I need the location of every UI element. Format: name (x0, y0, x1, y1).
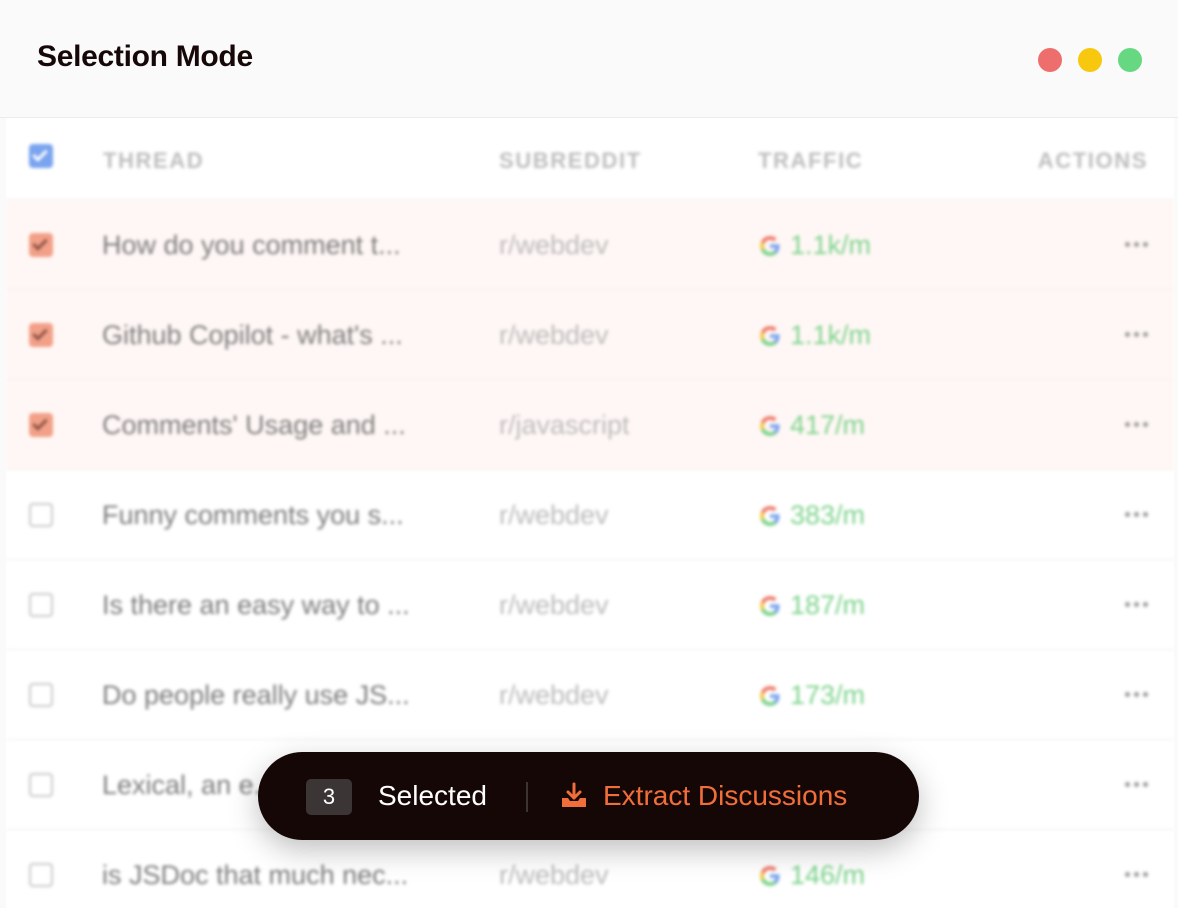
traffic-value: 1.1k/m (758, 230, 871, 261)
thread-title[interactable]: is JSDoc that much nec... (102, 860, 452, 891)
google-icon (758, 234, 782, 258)
row-checkbox[interactable] (29, 683, 53, 707)
thread-title[interactable]: Is there an easy way to ... (102, 590, 452, 621)
table-row[interactable]: Is there an easy way to ... r/webdev 187/m (6, 560, 1174, 650)
selected-count-badge: 3 (306, 779, 352, 815)
traffic-label: 1.1k/m (790, 320, 872, 350)
select-all-checkbox[interactable] (29, 144, 53, 168)
extract-discussions-label: Extract Discussions (603, 780, 848, 811)
row-checkbox[interactable] (29, 233, 53, 257)
traffic-label: 1.1k/m (790, 230, 872, 260)
traffic-value: 173/m (758, 680, 865, 711)
traffic-label: 383/m (790, 500, 866, 530)
table-row[interactable]: How do you comment t... r/webdev 1.1k/m (6, 200, 1174, 290)
download-tray-icon (559, 781, 589, 811)
google-icon (758, 324, 782, 348)
google-icon (758, 504, 782, 528)
row-checkbox[interactable] (29, 773, 53, 797)
traffic-value: 1.1k/m (758, 320, 871, 351)
selected-label: Selected (378, 780, 487, 811)
column-header-actions: ACTIONS (1037, 148, 1148, 173)
traffic-label: 187/m (790, 590, 866, 620)
thread-title[interactable]: Comments' Usage and ... (102, 410, 452, 441)
title-bar: Selection Mode (0, 0, 1178, 118)
more-horizontal-icon[interactable] (1125, 782, 1148, 787)
more-horizontal-icon[interactable] (1125, 512, 1148, 517)
subreddit-name[interactable]: r/webdev (499, 500, 609, 531)
more-horizontal-icon[interactable] (1125, 872, 1148, 877)
subreddit-name[interactable]: r/javascript (499, 410, 630, 441)
subreddit-name[interactable]: r/webdev (499, 860, 609, 891)
close-window-button[interactable] (1038, 48, 1062, 72)
column-header-subreddit[interactable]: SUBREDDIT (499, 148, 642, 174)
column-header-thread[interactable]: THREAD (103, 148, 204, 174)
minimize-window-button[interactable] (1078, 48, 1102, 72)
subreddit-name[interactable]: r/webdev (499, 590, 609, 621)
google-icon (758, 864, 782, 888)
divider (526, 782, 528, 812)
table-row[interactable]: Funny comments you s... r/webdev 383/m (6, 470, 1174, 560)
table-row[interactable]: Do people really use JS... r/webdev 173/m (6, 650, 1174, 740)
traffic-value: 187/m (758, 590, 865, 621)
row-checkbox[interactable] (29, 503, 53, 527)
subreddit-name[interactable]: r/webdev (499, 230, 609, 261)
row-checkbox[interactable] (29, 323, 53, 347)
traffic-value: 417/m (758, 410, 865, 441)
table-row[interactable]: is JSDoc that much nec... r/webdev 146/m (6, 830, 1174, 908)
traffic-value: 383/m (758, 500, 865, 531)
row-checkbox[interactable] (29, 863, 53, 887)
thread-title[interactable]: Github Copilot - what's ... (102, 320, 452, 351)
more-horizontal-icon[interactable] (1125, 242, 1148, 247)
traffic-label: 173/m (790, 680, 866, 710)
app-window: Selection Mode THREAD SUBREDDIT TRAFFIC … (0, 0, 1178, 908)
table-row[interactable]: Comments' Usage and ... r/javascript 417/m (6, 380, 1174, 470)
maximize-window-button[interactable] (1118, 48, 1142, 72)
subreddit-name[interactable]: r/webdev (499, 680, 609, 711)
column-header-traffic[interactable]: TRAFFIC (758, 148, 863, 174)
more-horizontal-icon[interactable] (1125, 692, 1148, 697)
window-title: Selection Mode (37, 40, 253, 73)
more-horizontal-icon[interactable] (1125, 422, 1148, 427)
subreddit-name[interactable]: r/webdev (499, 320, 609, 351)
more-horizontal-icon[interactable] (1125, 332, 1148, 337)
extract-discussions-button[interactable]: Extract Discussions (559, 776, 847, 816)
more-horizontal-icon[interactable] (1125, 602, 1148, 607)
traffic-label: 146/m (790, 860, 866, 890)
row-checkbox[interactable] (29, 593, 53, 617)
google-icon (758, 594, 782, 618)
thread-title[interactable]: Funny comments you s... (102, 500, 452, 531)
traffic-label: 417/m (790, 410, 866, 440)
google-icon (758, 684, 782, 708)
table-row[interactable]: Github Copilot - what's ... r/webdev 1.1k/… (6, 290, 1174, 380)
selection-action-bar: 3 Selected Extract Discussions (258, 752, 919, 840)
row-checkbox[interactable] (29, 413, 53, 437)
thread-title[interactable]: Do people really use JS... (102, 680, 452, 711)
traffic-value: 146/m (758, 860, 865, 891)
google-icon (758, 414, 782, 438)
table-header-row: THREAD SUBREDDIT TRAFFIC ACTIONS (6, 118, 1174, 200)
thread-title[interactable]: How do you comment t... (102, 230, 452, 261)
